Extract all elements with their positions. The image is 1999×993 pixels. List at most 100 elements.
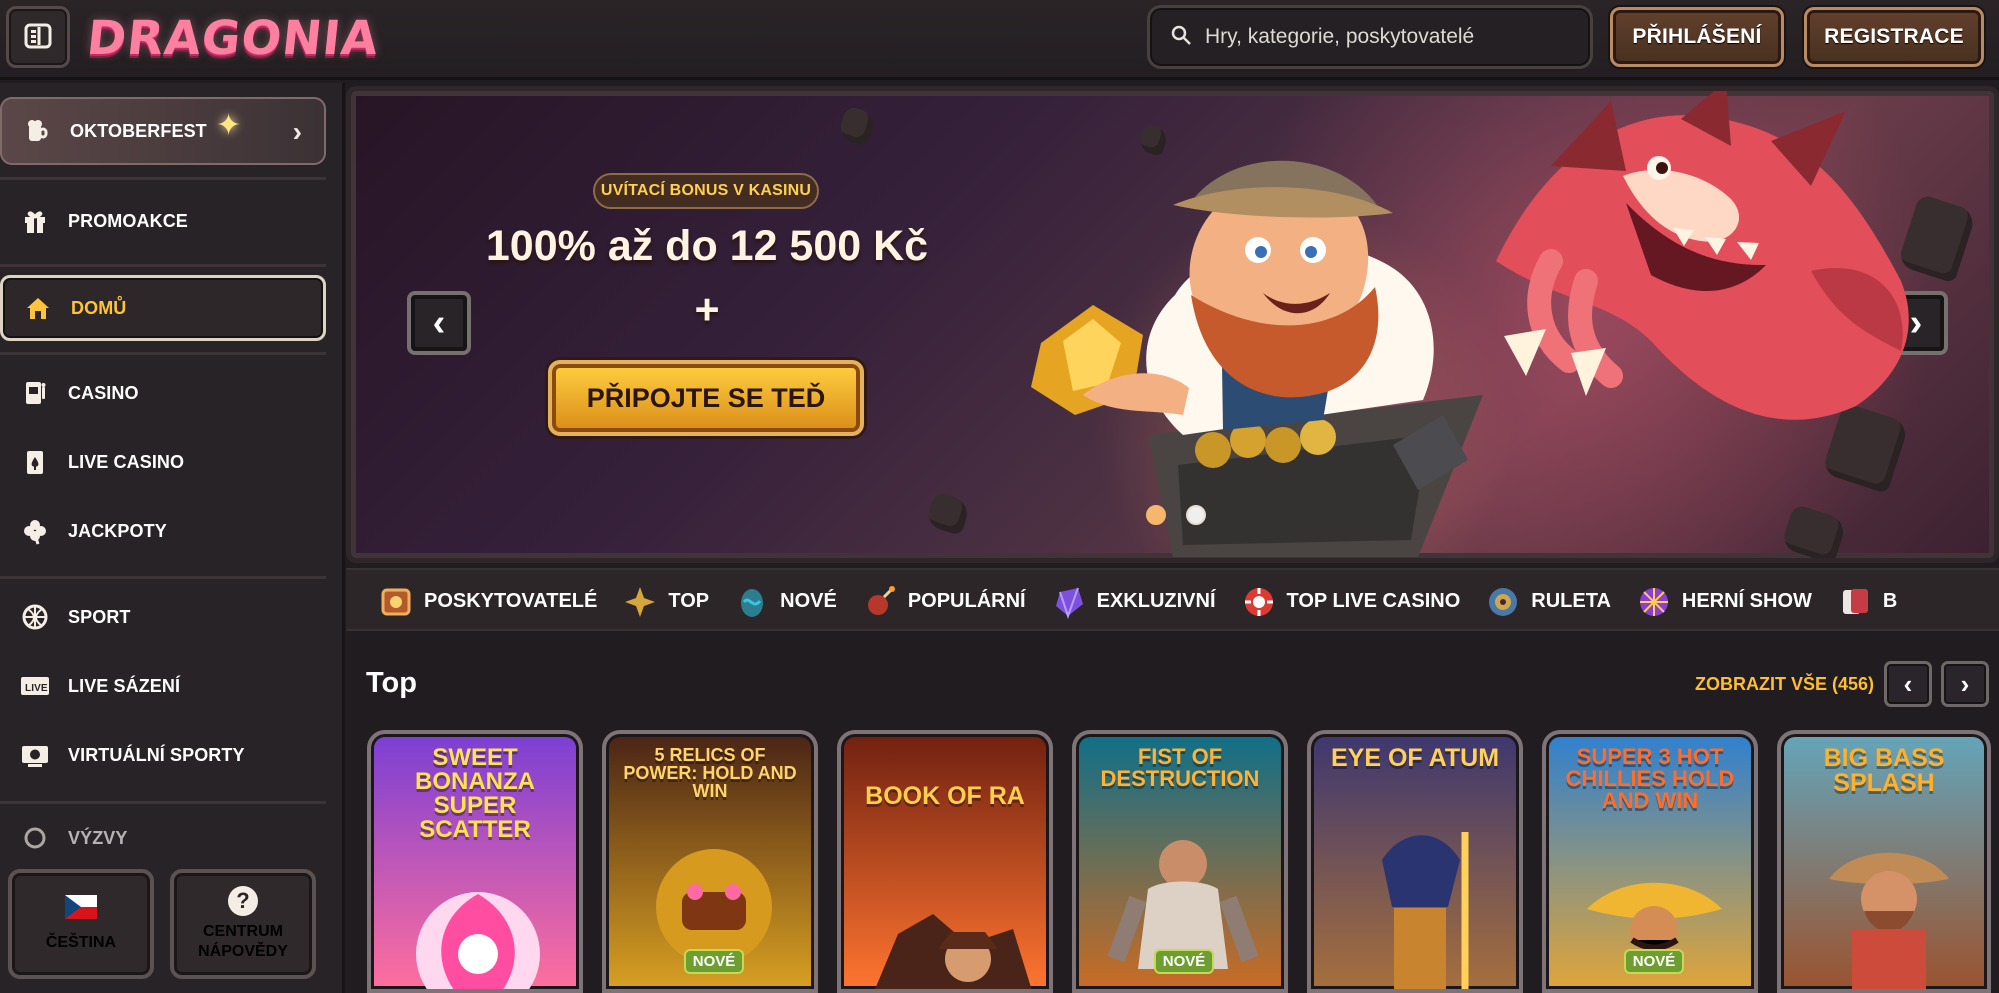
- new-badge: NOVÉ: [1624, 949, 1684, 974]
- game-show-wheel-icon: [1636, 584, 1672, 620]
- help-label-line2: NÁPOVĚDY: [198, 943, 288, 960]
- sidebar-item-promoakce[interactable]: PROMOAKCE: [0, 188, 326, 254]
- game-card-sweet-bonanza[interactable]: SWEET BONANZA SUPER SCATTER: [367, 730, 583, 993]
- category-top[interactable]: TOP: [622, 584, 709, 620]
- help-label-line1: CENTRUM: [203, 923, 283, 940]
- language-label: ČEŠTINA: [45, 934, 117, 951]
- virtual-sports-icon: [20, 740, 50, 770]
- login-button[interactable]: PŘIHLÁŠENÍ: [1610, 7, 1784, 67]
- sidebar-divider: [0, 801, 326, 804]
- category-exclusive[interactable]: EXKLUZIVNÍ: [1051, 584, 1216, 620]
- game-title: EYE OF ATUM: [1330, 744, 1500, 772]
- sidebar-item-label: DOMŮ: [71, 297, 127, 318]
- question-icon: ?: [228, 886, 258, 916]
- game-card-eye-of-atum[interactable]: EYE OF ATUM: [1307, 730, 1523, 993]
- czech-flag-icon: [65, 895, 97, 925]
- top-header: DRAGONIA PŘIHLÁŠENÍ REGISTRACE: [0, 0, 1999, 80]
- category-popular[interactable]: POPULÁRNÍ: [862, 584, 1026, 620]
- sidebar-item-home[interactable]: DOMŮ: [0, 275, 326, 341]
- category-label: POPULÁRNÍ: [907, 590, 1026, 612]
- rock-shape: [1780, 503, 1848, 558]
- language-button[interactable]: ČEŠTINA: [8, 869, 154, 979]
- live-icon: LIVE: [20, 671, 50, 701]
- fisherman-illustration: [1829, 852, 1949, 989]
- basketball-icon: [20, 602, 50, 632]
- view-all-link[interactable]: ZOBRAZIT VŠE (456): [1695, 674, 1874, 695]
- challenge-icon: [20, 823, 50, 853]
- category-roulette[interactable]: RULETA: [1485, 584, 1611, 620]
- sidebar-divider: [0, 177, 326, 180]
- game-card-5-relics-of-power[interactable]: 5 RELICS OF POWER: HOLD AND WIN NOVÉ: [602, 730, 818, 993]
- help-center-button[interactable]: ? CENTRUM NÁPOVĚDY: [170, 869, 316, 979]
- new-badge: NOVÉ: [1154, 949, 1214, 974]
- category-top-live-casino[interactable]: TOP LIVE CASINO: [1241, 584, 1461, 620]
- sidebar-item-jackpots[interactable]: JACKPOTY: [0, 498, 326, 564]
- register-button[interactable]: REGISTRACE: [1804, 7, 1984, 67]
- game-title: BIG BASS SPLASH: [1823, 744, 1945, 797]
- playing-card-icon: [20, 447, 50, 477]
- rock-shape: [836, 104, 878, 148]
- banner-previous-button[interactable]: ‹: [407, 291, 471, 355]
- beer-mug-icon: [22, 116, 52, 146]
- search-box[interactable]: [1147, 5, 1593, 69]
- sidebar-item-label: VÝZVY: [68, 827, 128, 848]
- category-label: HERNÍ SHOW: [1681, 590, 1812, 612]
- game-card-fist-of-destruction[interactable]: FIST OF DESTRUCTION NOVÉ: [1072, 730, 1288, 993]
- providers-icon: [378, 584, 414, 620]
- new-egg-icon: [734, 584, 770, 620]
- category-game-show[interactable]: HERNÍ SHOW: [1636, 584, 1812, 620]
- top-games-previous-button[interactable]: ‹: [1884, 661, 1932, 707]
- banner-dot-1[interactable]: [1146, 505, 1166, 525]
- sidebar-item-casino[interactable]: CASINO: [0, 360, 326, 426]
- chevron-right-icon: ›: [1960, 668, 1970, 699]
- chevron-right-icon: ›: [292, 116, 302, 147]
- game-title: 5 RELICS OF POWER: HOLD AND WIN: [623, 745, 797, 801]
- sidebar-item-sport[interactable]: SPORT: [0, 584, 326, 650]
- sparkle-icon: ✦: [216, 109, 242, 142]
- join-now-button[interactable]: PŘIPOJTE SE TEĎ: [548, 360, 864, 436]
- category-cut-off[interactable]: B: [1837, 584, 1897, 620]
- sidebar-divider: [0, 576, 326, 579]
- candy-swirl-icon: [416, 892, 540, 989]
- top-games-next-button[interactable]: ›: [1941, 661, 1989, 707]
- miner-illustration: [1031, 160, 1483, 557]
- game-card-super-3-hot-chillies[interactable]: SUPER 3 HOT CHILLIES HOLD AND WIN NOVÉ: [1542, 730, 1758, 993]
- sidebar-item-label: OKTOBERFEST: [70, 120, 207, 141]
- category-label: RULETA: [1531, 590, 1611, 612]
- game-card-book-of-ra[interactable]: BOOK OF RA: [837, 730, 1053, 993]
- sidebar-item-label: JACKPOTY: [68, 520, 167, 541]
- category-label: POSKYTOVATELÉ: [424, 590, 598, 612]
- category-label: B: [1882, 590, 1898, 612]
- game-title: FIST OF DESTRUCTION: [1100, 744, 1260, 791]
- welcome-bonus-badge: UVÍTACÍ BONUS V KASINU: [593, 173, 819, 209]
- sidebar-footer: ČEŠTINA ? CENTRUM NÁPOVĚDY: [0, 851, 342, 993]
- game-category-bar: POSKYTOVATELÉ TOP NOVÉ POPULÁRNÍ EXKLUZI…: [346, 568, 1999, 631]
- sidebar-item-live-betting[interactable]: LIVE LIVE SÁZENÍ: [0, 653, 326, 719]
- slot-machine-icon: [20, 378, 50, 408]
- search-input[interactable]: [1205, 25, 1565, 49]
- category-label: EXKLUZIVNÍ: [1096, 590, 1216, 612]
- sidebar-item-label: PROMOAKCE: [68, 210, 188, 231]
- category-label: NOVÉ: [780, 590, 837, 612]
- search-icon: [1170, 24, 1192, 51]
- sidebar-item-label: LIVE CASINO: [68, 451, 185, 472]
- sidebar-item-live-casino[interactable]: LIVE CASINO: [0, 429, 326, 495]
- category-providers[interactable]: POSKYTOVATELÉ: [378, 584, 597, 620]
- welcome-bonus-banner: ‹ › UVÍTACÍ BONUS V KASINU 100% až do 12…: [346, 86, 1999, 563]
- sidebar-item-virtual-sports[interactable]: VIRTUÁLNÍ SPORTY: [0, 722, 326, 788]
- main-sidebar: OKTOBERFEST ✦ › PROMOAKCE DOMŮ CASINO LI…: [0, 83, 345, 993]
- category-label: TOP LIVE CASINO: [1286, 590, 1461, 612]
- category-new[interactable]: NOVÉ: [734, 584, 837, 620]
- sidebar-item-oktoberfest[interactable]: OKTOBERFEST ✦ ›: [0, 97, 326, 165]
- clover-icon: [20, 516, 50, 546]
- home-icon: [23, 293, 53, 323]
- poker-chip-icon: [1241, 584, 1277, 620]
- game-title: BOOK OF RA: [865, 782, 1025, 810]
- top-star-icon: [622, 584, 658, 620]
- banner-dot-2[interactable]: [1186, 505, 1206, 525]
- sidebar-item-label: CASINO: [68, 382, 139, 403]
- sidebar-toggle-button[interactable]: [6, 6, 70, 68]
- game-card-big-bass-splash[interactable]: BIG BASS SPLASH: [1777, 730, 1991, 993]
- dragonia-logo[interactable]: DRAGONIA: [84, 4, 381, 72]
- svg-text:LIVE: LIVE: [25, 683, 48, 694]
